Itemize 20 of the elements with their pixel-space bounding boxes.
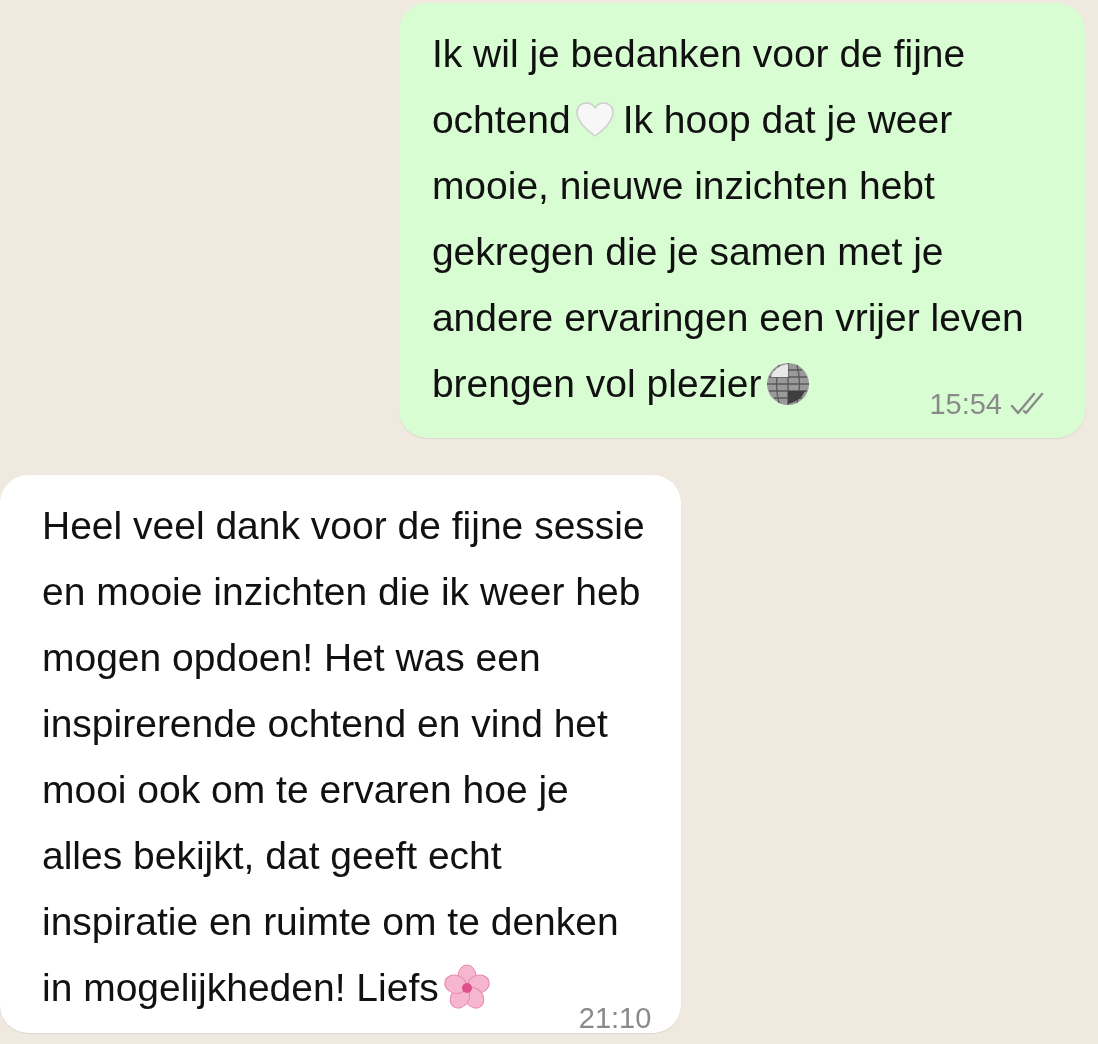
message-text: alles bekijkt, dat geeft echt <box>42 833 502 879</box>
message-text: Ik wil je bedanken voor de fijne <box>431 31 966 77</box>
disco-ball-icon <box>765 361 812 407</box>
message-time: 15:54 <box>929 387 1002 421</box>
message-text: Ik hoop dat je weer <box>622 97 953 143</box>
heart-icon <box>574 101 615 139</box>
message-time: 21:10 <box>578 1001 652 1035</box>
flower-icon <box>442 964 491 1012</box>
message-text: mooi ook om te ervaren hoe je <box>42 767 569 813</box>
message-text: mooie, nieuwe inzichten hebt <box>431 163 935 209</box>
message-text: inspiratie en ruimte om te denken <box>42 899 619 945</box>
message-text: in mogelijkheden! Liefs <box>42 965 439 1011</box>
message-text: Heel veel dank voor de fijne sessie <box>42 503 645 549</box>
message-text: inspirerende ochtend en vind het <box>42 701 608 747</box>
message-text: brengen vol plezier <box>431 361 762 407</box>
message-text: ochtend <box>431 97 571 143</box>
message-text: en mooie inzichten die ik weer heb <box>42 569 641 615</box>
message-text: gekregen die je samen met je <box>431 229 944 275</box>
message-text: andere ervaringen een vrijer leven <box>431 295 1024 341</box>
message-text: mogen opdoen! Het was een <box>42 635 541 681</box>
